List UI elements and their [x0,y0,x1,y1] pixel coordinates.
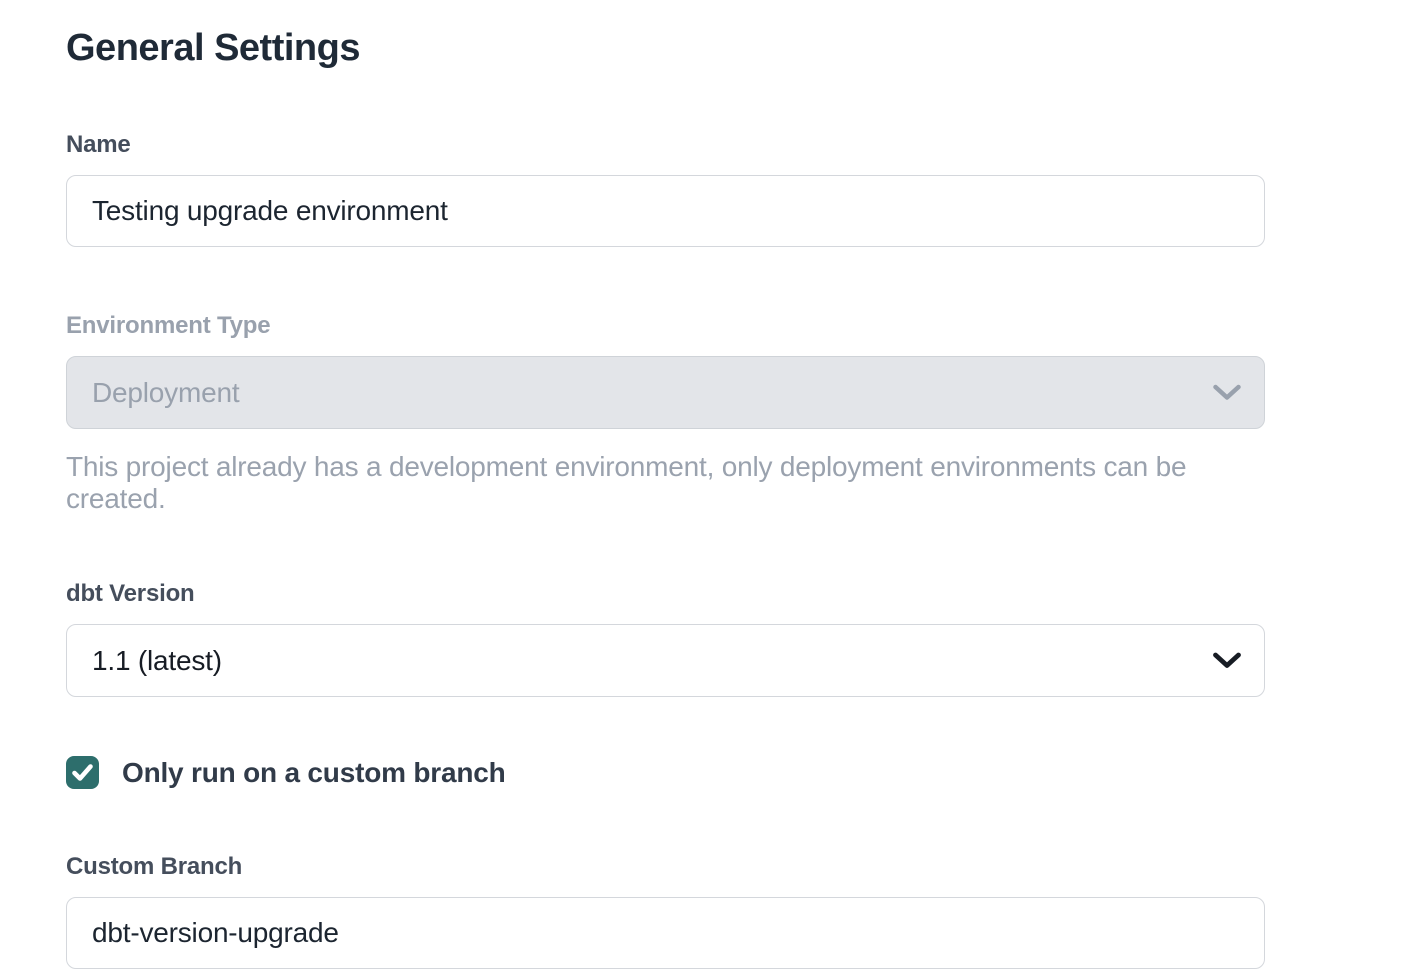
environment-type-value: Deployment [92,377,239,409]
field-custom-branch: Custom Branch [66,852,1265,969]
dbt-version-select[interactable]: 1.1 (latest) [66,624,1265,697]
chevron-down-icon [1212,652,1242,669]
name-label: Name [66,130,1265,160]
field-dbt-version: dbt Version 1.1 (latest) [66,579,1265,697]
page-title: General Settings [66,26,1265,70]
dbt-version-value: 1.1 (latest) [92,645,222,677]
environment-type-select: Deployment [66,356,1265,429]
environment-type-helper-text: This project already has a development e… [66,451,1265,515]
custom-branch-checkbox[interactable] [66,756,99,789]
field-environment-type: Environment Type Deployment This project… [66,311,1265,515]
checkmark-icon [71,763,94,782]
environment-type-label: Environment Type [66,311,1265,341]
custom-branch-input[interactable] [66,897,1265,969]
dbt-version-label: dbt Version [66,579,1265,609]
name-input[interactable] [66,175,1265,247]
custom-branch-toggle-row: Only run on a custom branch [66,756,1265,789]
chevron-down-icon [1212,384,1242,401]
custom-branch-label: Custom Branch [66,852,1265,882]
custom-branch-checkbox-label[interactable]: Only run on a custom branch [122,757,506,789]
field-name: Name [66,130,1265,247]
general-settings-page: General Settings Name Environment Type D… [66,0,1265,969]
